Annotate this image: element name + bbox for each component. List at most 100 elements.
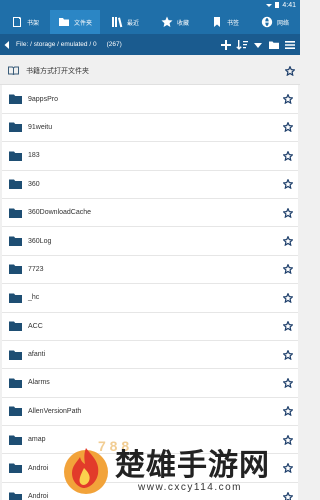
add-button[interactable] — [220, 38, 232, 52]
folder-row[interactable]: 7723 — [2, 255, 298, 285]
folder-row[interactable]: 9appsPro — [2, 85, 298, 114]
folder-name: 360 — [28, 180, 40, 188]
folder-row[interactable]: Androi — [2, 482, 298, 500]
star-icon[interactable] — [278, 179, 298, 190]
tab-label: 书架 — [26, 20, 39, 27]
new-folder-button[interactable] — [268, 38, 280, 52]
folder-name: afanti — [28, 351, 46, 359]
folder-row[interactable]: 183 — [2, 142, 298, 171]
status-bar: 4:41 — [0, 0, 300, 10]
folder-name: _hc — [28, 294, 40, 302]
plus-icon — [221, 39, 231, 50]
wifi-icon — [266, 3, 273, 7]
folder-row[interactable]: Alarms — [2, 369, 298, 398]
folder-name: Androi — [28, 464, 49, 472]
folder-icon — [2, 151, 28, 161]
chevron-left-icon — [4, 40, 9, 49]
folder-icon — [2, 350, 28, 360]
star-icon[interactable] — [278, 236, 298, 247]
folder-icon — [2, 406, 28, 417]
chevron-down-icon — [254, 42, 262, 48]
folder-row[interactable]: ACC — [2, 312, 298, 341]
folder-icon — [2, 179, 28, 190]
sort-button[interactable] — [236, 38, 248, 52]
star-icon[interactable] — [278, 321, 298, 332]
folder-name: 360DownloadCache — [28, 209, 92, 217]
tab-recent[interactable]: 最近 — [100, 10, 150, 34]
folder-name: 9appsPro — [28, 95, 58, 103]
tab-bookmarks[interactable]: 书签 — [200, 10, 250, 34]
file-count: (267) — [106, 41, 122, 48]
folder-icon — [2, 378, 28, 388]
folder-icon — [58, 16, 70, 28]
tab-label: 文件夹 — [73, 20, 92, 27]
folder-name: Androi — [28, 493, 49, 500]
star-icon[interactable] — [278, 207, 298, 218]
star-icon[interactable] — [278, 122, 298, 133]
tab-favorites[interactable]: 收藏 — [150, 10, 200, 34]
folder-icon — [2, 236, 28, 247]
open-as-book-row[interactable]: 书籍方式打开文件夹 — [0, 57, 300, 86]
folder-name: Alarms — [28, 379, 50, 387]
back-button[interactable] — [0, 40, 14, 49]
open-as-book-label: 书籍方式打开文件夹 — [26, 67, 89, 75]
globe-icon — [261, 16, 273, 28]
star-icon[interactable] — [278, 94, 298, 105]
folder-name: amap — [28, 436, 46, 444]
bookmark-icon — [211, 16, 223, 28]
folder-name: 360Log — [28, 237, 52, 245]
star-icon[interactable] — [278, 377, 298, 388]
star-icon — [161, 16, 173, 28]
tab-label: 网络 — [276, 20, 289, 27]
tab-folder[interactable]: 文件夹 — [50, 10, 100, 34]
home-icon — [11, 16, 23, 28]
folder-row[interactable]: Androi — [2, 454, 298, 483]
folder-list: 书籍方式打开文件夹 9appsPro 91weitu 183 360 360Downlo… — [0, 57, 300, 500]
tab-network[interactable]: 网络 — [250, 10, 300, 34]
battery-icon — [275, 2, 280, 8]
folder-row[interactable]: 91weitu — [2, 113, 298, 143]
star-icon[interactable] — [278, 150, 298, 161]
folder-row[interactable]: AllenVersionPath — [2, 397, 298, 427]
menu-button[interactable] — [284, 38, 296, 52]
folder-icon — [2, 122, 28, 133]
folder-name: AllenVersionPath — [28, 407, 82, 415]
star-icon[interactable] — [278, 406, 298, 417]
folder-name: 91weitu — [28, 123, 53, 131]
star-icon[interactable] — [278, 491, 298, 500]
path-bar: File: / storage / emulated / 0 (267) — [0, 34, 300, 55]
folder-icon — [2, 463, 28, 474]
folder-icon — [2, 94, 28, 105]
menu-icon — [285, 40, 295, 49]
dropdown-button[interactable] — [252, 38, 264, 52]
star-icon[interactable] — [278, 463, 298, 474]
folder-row[interactable]: 360DownloadCache — [2, 198, 298, 228]
folder-icon — [269, 41, 279, 49]
book-icon — [0, 66, 26, 76]
folder-row[interactable]: _hc — [2, 284, 298, 313]
tab-bookshelf[interactable]: 书架 — [0, 10, 50, 34]
folder-name: 183 — [28, 152, 40, 160]
folder-row[interactable]: amap — [2, 426, 298, 455]
star-icon[interactable] — [280, 65, 300, 76]
folder-row[interactable]: afanti — [2, 340, 298, 370]
status-time: 4:41 — [282, 1, 296, 9]
folder-name: 7723 — [28, 265, 44, 273]
star-icon[interactable] — [278, 292, 298, 303]
tab-label: 书签 — [226, 20, 239, 27]
folder-icon — [2, 293, 28, 303]
folder-icon — [2, 264, 28, 275]
books-icon — [111, 16, 123, 28]
folder-icon — [2, 321, 28, 332]
folder-icon — [2, 208, 28, 218]
tab-label: 最近 — [126, 20, 139, 27]
folder-name: ACC — [28, 322, 43, 330]
star-icon[interactable] — [278, 264, 298, 275]
folder-row[interactable]: 360Log — [2, 227, 298, 256]
folder-icon — [2, 492, 28, 500]
star-icon[interactable] — [278, 349, 298, 360]
current-path[interactable]: File: / storage / emulated / 0 — [16, 41, 97, 48]
tab-bar: 书架 文件夹 最近 收藏 书签 网络 — [0, 10, 300, 34]
folder-row[interactable]: 360 — [2, 170, 298, 199]
star-icon[interactable] — [278, 434, 298, 445]
